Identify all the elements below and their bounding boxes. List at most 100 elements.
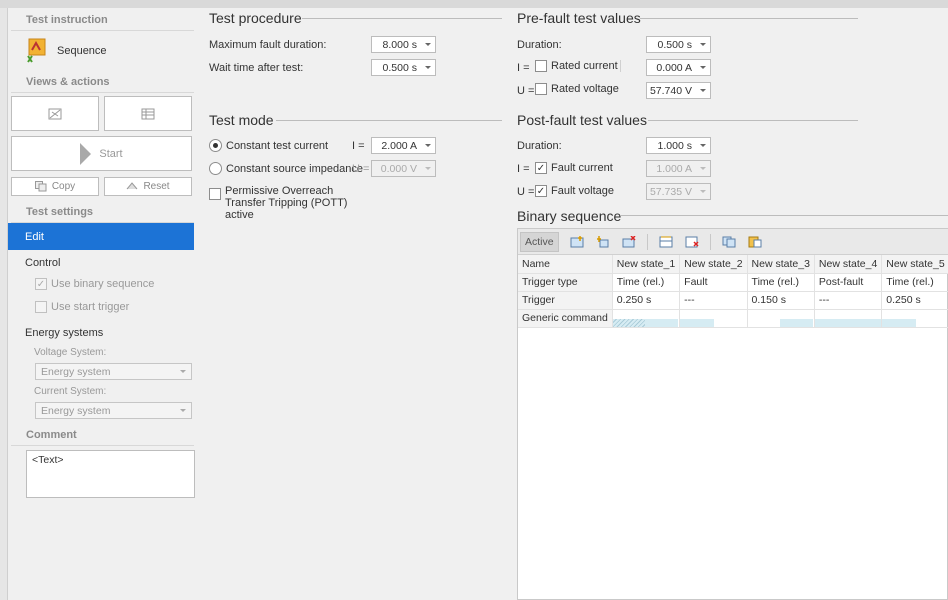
- signal-cell[interactable]: [679, 309, 748, 328]
- source-voltage-input[interactable]: 0.000 V: [371, 160, 436, 177]
- constant-test-current-radio[interactable]: Constant test current: [209, 139, 328, 152]
- view-table-button[interactable]: [104, 96, 192, 131]
- prefault-title: Pre-fault test values: [517, 10, 641, 26]
- signal-bar: [779, 318, 813, 327]
- test-current-input[interactable]: 2.000 A: [371, 137, 436, 154]
- table-cell[interactable]: Time (rel.): [747, 273, 815, 292]
- postfault-title: Post-fault test values: [517, 112, 647, 128]
- table-cell[interactable]: Fault: [679, 273, 748, 292]
- comment-textarea[interactable]: <Text>: [26, 450, 195, 498]
- control-label: Control: [25, 257, 61, 269]
- test-instruction-header: Test instruction: [26, 14, 108, 26]
- table-cell[interactable]: 0.250 s: [881, 291, 948, 310]
- signal-cell[interactable]: [612, 309, 681, 328]
- left-edge-strip: [0, 8, 8, 600]
- table-row: Trigger 0.250 s --- 0.150 s --- 0.250 s: [518, 291, 948, 310]
- fault-voltage-checkbox[interactable]: ✓ Fault voltage: [535, 185, 614, 197]
- postfault-duration-label: Duration:: [517, 140, 562, 152]
- table-view-icon: [141, 108, 155, 119]
- table-cell[interactable]: 0.150 s: [747, 291, 815, 310]
- start-button[interactable]: Start: [11, 136, 192, 171]
- checkbox-box: [35, 301, 47, 313]
- section-rule: [648, 120, 858, 121]
- chevron-down-icon: [180, 409, 186, 412]
- chevron-down-icon: [425, 144, 431, 147]
- table-cell[interactable]: 0.250 s: [612, 291, 681, 310]
- current-system-select[interactable]: Energy system: [35, 402, 192, 419]
- binary-sequence-table: Name New state_1 New state_2 New state_3…: [518, 255, 948, 328]
- radio-selected-icon: [209, 139, 222, 152]
- reset-button[interactable]: Reset: [104, 177, 192, 196]
- wait-time-input[interactable]: 0.500 s: [371, 59, 436, 76]
- voltage-system-label: Voltage System:: [34, 347, 107, 358]
- sequence-item[interactable]: Sequence: [26, 38, 126, 64]
- voltage-system-select[interactable]: Energy system: [35, 363, 192, 380]
- rated-current-checkbox[interactable]: Rated current: [535, 60, 621, 72]
- toolbar-divider: [709, 233, 711, 250]
- use-start-trigger-checkbox[interactable]: Use start trigger: [35, 301, 129, 313]
- prefault-duration-value: 0.500 s: [657, 38, 692, 51]
- constant-source-impedance-radio[interactable]: Constant source impedance: [209, 162, 363, 175]
- prefault-current-input[interactable]: 0.000 A: [646, 59, 711, 76]
- chevron-down-icon: [425, 66, 431, 69]
- prefault-current-value: 0.000 A: [656, 61, 692, 74]
- play-icon: [80, 142, 92, 165]
- use-binary-sequence-label: Use binary sequence: [51, 278, 155, 290]
- table-cell[interactable]: Time (rel.): [612, 273, 681, 292]
- binary-toolbar: Active: [518, 229, 948, 255]
- copy-button[interactable]: Copy: [11, 177, 99, 196]
- chevron-down-icon: [700, 66, 706, 69]
- checkbox-box: [535, 83, 547, 95]
- signal-bar: [644, 318, 678, 327]
- binary-sequence-title: Binary sequence: [517, 208, 622, 224]
- separator: [11, 30, 194, 31]
- test-settings-header: Test settings: [26, 206, 94, 218]
- column-header[interactable]: New state_2: [679, 255, 748, 274]
- copy-icon: [34, 181, 47, 192]
- column-header: Name: [518, 255, 613, 274]
- column-header[interactable]: New state_3: [747, 255, 815, 274]
- prefault-duration-input[interactable]: 0.500 s: [646, 36, 711, 53]
- copy-label: Copy: [51, 181, 76, 192]
- table-cell[interactable]: Post-fault: [814, 273, 883, 292]
- postfault-duration-value: 1.000 s: [657, 139, 692, 152]
- signal-cell[interactable]: [881, 309, 948, 328]
- active-toggle[interactable]: Active: [520, 231, 559, 252]
- copy-icon[interactable]: [721, 235, 737, 249]
- wait-time-label: Wait time after test:: [209, 62, 304, 74]
- rated-voltage-checkbox[interactable]: Rated voltage: [535, 83, 619, 95]
- delete-row-icon[interactable]: [684, 235, 700, 249]
- column-header[interactable]: New state_5: [881, 255, 948, 274]
- delete-state-icon[interactable]: [621, 235, 637, 249]
- view-chart-button[interactable]: [11, 96, 99, 131]
- postfault-duration-input[interactable]: 1.000 s: [646, 137, 711, 154]
- pott-label: Permissive Overreach Transfer Tripping (…: [225, 185, 348, 221]
- add-row-icon[interactable]: [658, 235, 674, 249]
- signal-cell[interactable]: [814, 309, 883, 328]
- paste-icon[interactable]: [747, 235, 763, 249]
- use-binary-sequence-checkbox[interactable]: ✓ Use binary sequence: [35, 278, 154, 290]
- separator: [11, 445, 194, 446]
- table-cell[interactable]: ---: [814, 291, 883, 310]
- postfault-voltage-input[interactable]: 57.735 V: [646, 183, 711, 200]
- sequence-label: Sequence: [57, 45, 107, 57]
- column-header[interactable]: New state_4: [814, 255, 883, 274]
- column-header[interactable]: New state_1: [612, 255, 681, 274]
- edit-item[interactable]: Edit: [8, 223, 194, 250]
- postfault-current-input[interactable]: 1.000 A: [646, 160, 711, 177]
- signal-bar-hatched: [612, 318, 645, 327]
- max-fault-duration-input[interactable]: 8.000 s: [371, 36, 436, 53]
- add-state-icon[interactable]: [569, 235, 585, 249]
- signal-bar: [882, 318, 917, 327]
- table-cell[interactable]: Time (rel.): [881, 273, 948, 292]
- constant-test-current-label: Constant test current: [226, 139, 329, 152]
- row-header: Generic command: [518, 309, 613, 328]
- pott-checkbox[interactable]: Permissive Overreach Transfer Tripping (…: [209, 185, 365, 221]
- signal-cell[interactable]: [747, 309, 815, 328]
- prefault-voltage-input[interactable]: 57.740 V: [646, 82, 711, 99]
- max-fault-duration-value: 8.000 s: [382, 38, 417, 51]
- insert-state-icon[interactable]: [595, 235, 611, 249]
- source-voltage-value: 0.000 V: [380, 162, 417, 175]
- fault-current-checkbox[interactable]: ✓ Fault current: [535, 162, 613, 174]
- table-cell[interactable]: ---: [679, 291, 748, 310]
